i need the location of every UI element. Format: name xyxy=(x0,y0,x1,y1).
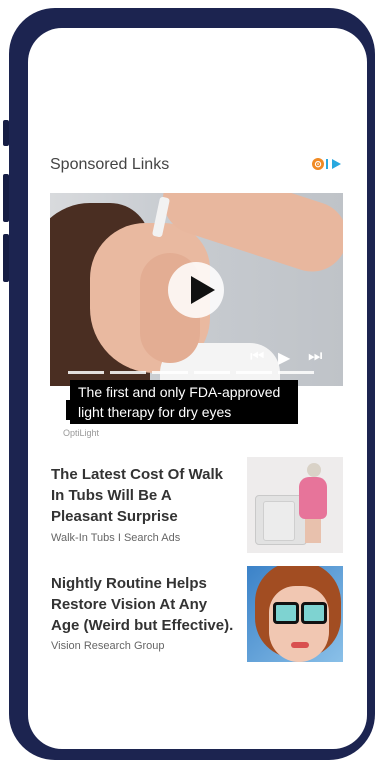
play-icon xyxy=(191,276,215,304)
video-caption: The first and only FDA-approved light th… xyxy=(70,380,298,424)
caption-line-1: The first and only FDA-approved xyxy=(78,384,281,400)
video-brand: OptiLight xyxy=(63,428,100,438)
cartoon-woman-thumbnail[interactable] xyxy=(247,566,343,662)
cartoon-lips xyxy=(291,642,309,648)
progress-segment xyxy=(236,371,272,374)
adchoices-icon[interactable]: ⊙ xyxy=(312,158,341,170)
adchoices-triangle-icon xyxy=(332,159,341,169)
play-small-icon[interactable]: ▶ xyxy=(278,348,290,368)
progress-segment xyxy=(194,371,230,374)
item-title-line: In Tubs Will Be A xyxy=(51,487,172,504)
phone-side-button-3 xyxy=(3,234,9,282)
item-title-line: Pleasant Surprise xyxy=(51,508,178,525)
item-title-line: Restore Vision At Any xyxy=(51,596,208,613)
phone-screen: Sponsored Links ⊙ ⏮ ▶ ⏭ The first and on… xyxy=(28,28,367,749)
item-title-line: Age (Weird but Effective). xyxy=(51,617,234,634)
item-title-line: The Latest Cost Of Walk xyxy=(51,466,223,483)
progress-segment xyxy=(68,371,104,374)
item-source: Walk-In Tubs I Search Ads xyxy=(51,532,181,544)
item-source: Vision Research Group xyxy=(51,640,165,652)
video-ad[interactable]: ⏮ ▶ ⏭ xyxy=(50,193,343,386)
glasses-left-lens xyxy=(273,602,299,624)
adchoices-info-icon: ⊙ xyxy=(312,158,324,170)
caption-line-2: light therapy for dry eyes xyxy=(78,404,232,420)
next-icon[interactable]: ⏭ xyxy=(308,348,322,366)
lady-legs xyxy=(305,519,321,543)
lady-robe xyxy=(299,477,327,519)
progress-segment xyxy=(110,371,146,374)
adchoices-bar-icon xyxy=(326,159,328,169)
item-title[interactable]: Nightly Routine Helps Restore Vision At … xyxy=(51,573,246,636)
progress-segment xyxy=(152,371,188,374)
lady-head xyxy=(307,463,321,477)
tub-door xyxy=(263,501,295,541)
glasses-right-lens xyxy=(301,602,327,624)
phone-side-button-2 xyxy=(3,174,9,222)
phone-side-button-1 xyxy=(3,120,9,146)
item-title[interactable]: The Latest Cost Of Walk In Tubs Will Be … xyxy=(51,464,246,527)
walk-in-tub-thumbnail[interactable] xyxy=(247,457,343,553)
progress-segment xyxy=(278,371,314,374)
item-title-line: Nightly Routine Helps xyxy=(51,575,207,592)
cartoon-woman-glasses xyxy=(269,586,329,662)
sponsored-links-header: Sponsored Links xyxy=(50,156,170,173)
previous-icon[interactable]: ⏮ xyxy=(250,348,264,366)
